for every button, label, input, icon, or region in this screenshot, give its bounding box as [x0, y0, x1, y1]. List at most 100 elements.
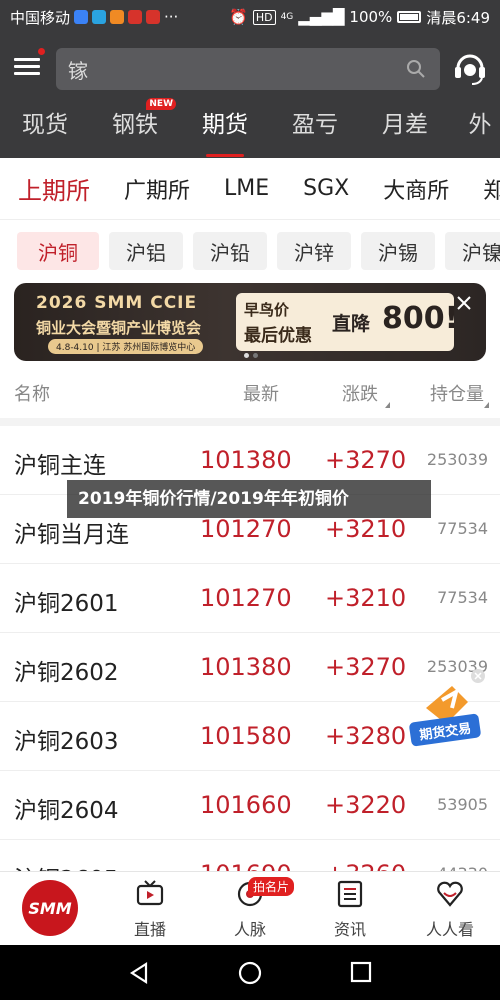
banner-title: 2026 SMM CCIE: [36, 293, 198, 313]
news-icon: [337, 880, 363, 908]
new-badge: NEW: [146, 98, 176, 110]
contract-name: 沪铜2604: [14, 798, 119, 824]
tab-month-spread[interactable]: 月差: [360, 104, 450, 158]
notification-dot: [38, 48, 45, 55]
nav-everyone-watch[interactable]: 人人看: [405, 872, 495, 946]
exchange-tab-czce[interactable]: 郑: [466, 173, 500, 205]
chip-zinc[interactable]: 沪锌: [277, 232, 351, 270]
price-change: +3220: [325, 791, 407, 819]
open-interest: 253039: [426, 450, 488, 469]
tab-futures[interactable]: 期货: [180, 104, 270, 158]
mail-icon: [146, 10, 161, 24]
video-icon: [110, 10, 125, 24]
banner-offer-card: 早鸟价 最后优惠 直降 800!: [236, 293, 458, 351]
price-change: +3210: [325, 515, 407, 543]
watermark-caption: 2019年铜价行情/2019年年初铜价: [67, 480, 431, 518]
heart-eye-icon: [437, 881, 463, 907]
system-nav-bar: [0, 945, 500, 1000]
exchange-tab-gfex[interactable]: 广期所: [107, 173, 207, 205]
banner-pagination: [244, 353, 258, 358]
time-label: 清晨6:49: [426, 8, 490, 27]
search-text: 镓: [68, 58, 88, 83]
chip-tin[interactable]: 沪锡: [361, 232, 435, 270]
open-interest: 53905: [437, 795, 488, 814]
price-change: +3210: [325, 584, 407, 612]
banner-amount: 800!: [382, 301, 459, 336]
contract-name: 沪铜主连: [14, 453, 106, 479]
signal-icon: ▂▄▆█: [298, 8, 345, 26]
chip-lead[interactable]: 沪铅: [193, 232, 267, 270]
contract-name: 沪铜2602: [14, 660, 119, 686]
exchange-tab-dce[interactable]: 大商所: [366, 173, 466, 205]
col-latest[interactable]: 最新: [243, 380, 279, 406]
price-change: +3270: [325, 653, 407, 681]
smm-home-logo[interactable]: SMM: [22, 880, 78, 936]
nav-network-label: 人脉: [233, 920, 266, 939]
exchange-tabs: 上期所 广期所 LME SGX 大商所 郑: [0, 158, 500, 220]
hd-icon: HD: [252, 9, 276, 25]
latest-price: 101380: [200, 653, 292, 681]
promo-banner[interactable]: 2026 SMM CCIE 铜业大会暨铜产业博览会 4.8-4.10 | 江苏 …: [14, 283, 486, 361]
table-row[interactable]: 沪铜2604 101660 +3220 53905: [0, 771, 500, 840]
menu-button[interactable]: [14, 54, 40, 78]
tab-spot[interactable]: 现货: [0, 104, 90, 158]
app-header: 镓 现货 钢铁 NEW 期货 盈亏 月差 外: [0, 34, 500, 158]
tab-profit-loss[interactable]: 盈亏: [270, 104, 360, 158]
banner-final-offer: 最后优惠: [244, 326, 312, 346]
exchange-tab-sgx[interactable]: SGX: [286, 176, 366, 201]
home-icon[interactable]: [238, 961, 262, 985]
battery-label: 100%: [349, 8, 393, 26]
nav-everyone-watch-label: 人人看: [425, 920, 474, 939]
banner-close-icon[interactable]: [454, 293, 474, 313]
exchange-tab-lme[interactable]: LME: [207, 176, 286, 201]
col-name: 名称: [14, 384, 50, 405]
col-open-interest[interactable]: 持仓量: [430, 380, 484, 406]
nav-news[interactable]: 资讯: [305, 872, 395, 946]
col-change[interactable]: 涨跌: [342, 380, 378, 406]
nav-live[interactable]: 直播: [105, 872, 195, 946]
search-icon[interactable]: [406, 59, 426, 79]
tab-foreign[interactable]: 外: [450, 104, 500, 158]
exchange-tab-shfe[interactable]: 上期所: [0, 171, 107, 206]
bottom-nav: SMM 直播 人脉 拍名片 资讯 人人看: [0, 871, 500, 945]
latest-price: 101380: [200, 446, 292, 474]
latest-price: 101270: [200, 584, 292, 612]
news-icon: [128, 10, 143, 24]
customer-service-icon[interactable]: [452, 48, 488, 88]
chip-aluminum[interactable]: 沪铝: [109, 232, 183, 270]
banner-early-bird: 早鸟价: [244, 301, 290, 319]
sort-change-icon[interactable]: [385, 402, 390, 408]
tv-icon: [136, 880, 164, 906]
tab-steel[interactable]: 钢铁 NEW: [90, 98, 180, 158]
open-interest: 77534: [437, 519, 488, 538]
telegram-icon: [92, 10, 107, 24]
latest-price: 101270: [200, 515, 292, 543]
app-notification-icon: [74, 10, 89, 24]
contract-name: 沪铜2603: [14, 729, 119, 755]
table-row[interactable]: 沪铜2601 101270 +3210 77534: [0, 564, 500, 633]
search-input[interactable]: 镓: [56, 48, 440, 90]
sort-oi-icon[interactable]: [484, 402, 489, 408]
carrier-label: 中国移动: [10, 8, 71, 27]
more-notifications-icon: ···: [164, 8, 179, 26]
product-chips: 沪铜 沪铝 沪铅 沪锌 沪锡 沪镍: [0, 232, 500, 272]
column-headers: 名称 最新 涨跌 持仓量: [0, 370, 500, 410]
alarm-icon: ⏰: [229, 8, 248, 26]
contract-name: 沪铜当月连: [14, 522, 129, 548]
chip-copper[interactable]: 沪铜: [17, 232, 99, 270]
back-icon[interactable]: [128, 961, 150, 985]
contract-name: 沪铜2601: [14, 591, 119, 617]
price-change: +3270: [325, 446, 407, 474]
status-bar: 中国移动 ··· ⏰ HD 4G ▂▄▆█ 100% 清晨6:49: [0, 0, 500, 34]
section-divider: [0, 418, 500, 426]
chip-nickel[interactable]: 沪镍: [445, 232, 500, 270]
banner-drop: 直降: [332, 313, 371, 335]
business-card-badge: 拍名片: [248, 877, 295, 896]
latest-price: 101580: [200, 722, 292, 750]
futures-trading-float-button[interactable]: 期货交易: [406, 668, 488, 750]
recents-icon[interactable]: [350, 961, 372, 983]
latest-price: 101660: [200, 791, 292, 819]
price-change: +3280: [325, 722, 407, 750]
banner-date: 4.8-4.10 | 江苏 苏州国际博览中心: [48, 339, 204, 354]
network-label: 4G: [280, 12, 294, 22]
